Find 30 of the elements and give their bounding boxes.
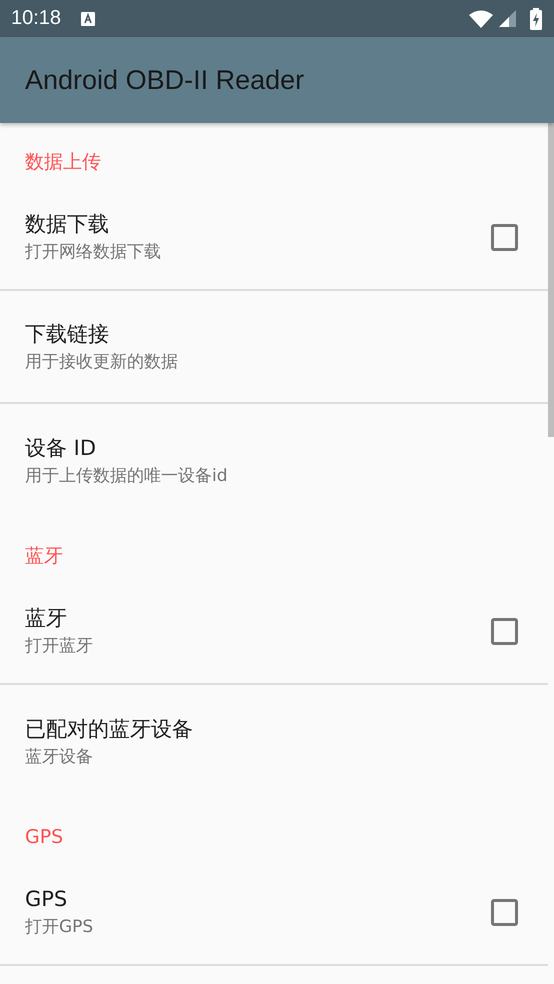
category-header: GPS	[24, 825, 64, 850]
signal-icon	[499, 10, 516, 27]
preference-title: 设备 ID	[25, 434, 96, 462]
preference-summary: 打开GPS	[25, 916, 94, 939]
preference-title: 已配对的蓝牙设备	[25, 716, 193, 742]
app-title: Android OBD-II Reader	[25, 64, 304, 96]
preference-item[interactable]: 数据下载 打开网络数据下载	[0, 185, 548, 291]
preference-summary: 打开网络数据下载	[25, 241, 161, 264]
preference-title: GPS	[25, 886, 68, 913]
category-header: 数据上传	[24, 150, 102, 175]
preference-summary: 用于接收更新的数据	[25, 350, 178, 374]
preference-item[interactable]: 蓝牙 打开蓝牙	[0, 579, 548, 685]
preference-item[interactable]: 已配对的蓝牙设备 蓝牙设备	[0, 685, 548, 798]
preference-summary: 打开蓝牙	[25, 635, 93, 658]
wifi-icon	[469, 10, 493, 28]
battery-icon	[530, 8, 542, 30]
checkbox[interactable]	[491, 618, 518, 644]
preference-item[interactable]: 下载链接 用于接收更新的数据	[0, 291, 548, 404]
preference-item[interactable]: GPS 打开GPS	[0, 860, 548, 966]
status-time: 10:18	[11, 7, 62, 30]
checkbox[interactable]	[491, 898, 518, 926]
preference-item[interactable]: 设备 ID 用于上传数据的唯一设备id	[0, 404, 548, 517]
preference-title: 蓝牙	[25, 605, 67, 632]
category-header: 蓝牙	[24, 544, 64, 569]
checkbox[interactable]	[491, 224, 518, 250]
preference-summary: 蓝牙设备	[25, 746, 93, 768]
preference-summary: 用于上传数据的唯一设备id	[25, 464, 228, 488]
preference-title: 下载链接	[25, 320, 109, 348]
preference-title: 数据下载	[25, 211, 109, 238]
notification-icon	[81, 12, 96, 26]
